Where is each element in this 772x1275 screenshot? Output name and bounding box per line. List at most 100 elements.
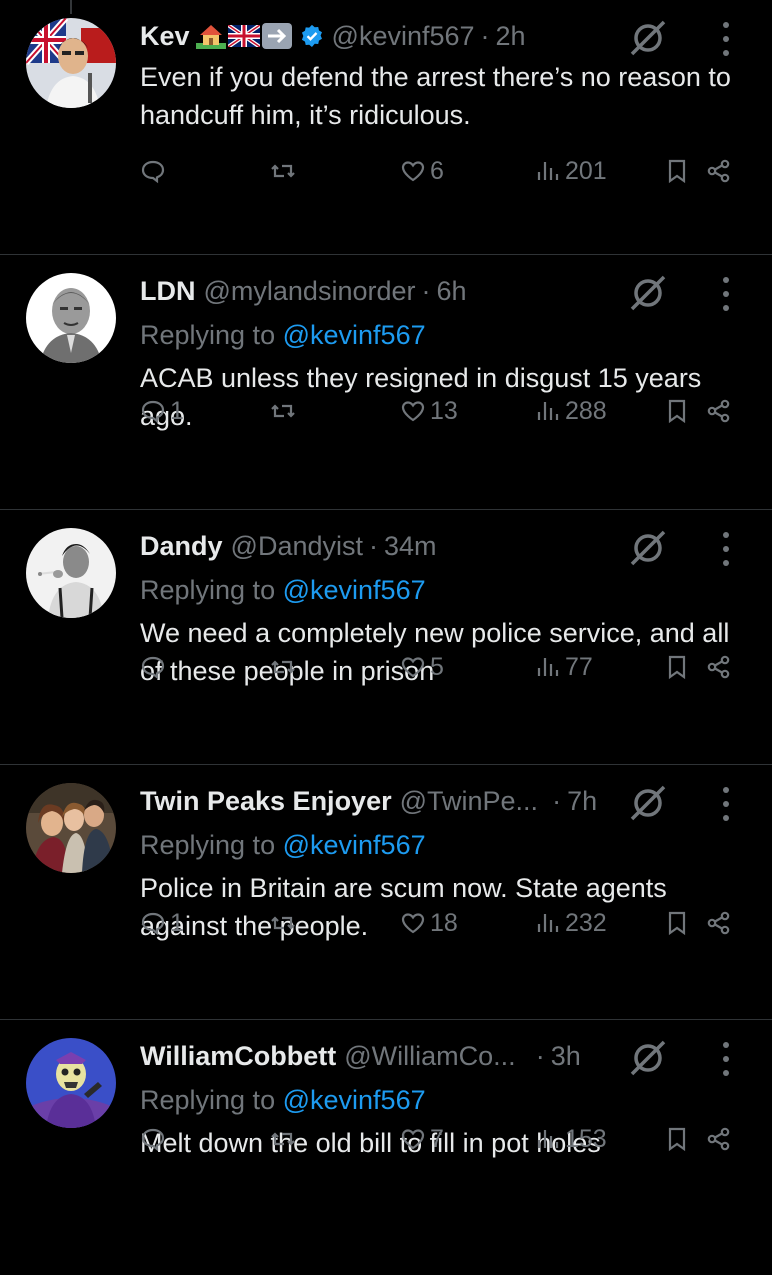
- like-count: 18: [430, 908, 458, 937]
- avatar[interactable]: [26, 18, 116, 108]
- avatar[interactable]: [26, 783, 116, 873]
- display-name[interactable]: LDN: [140, 276, 196, 307]
- house-icon: [195, 25, 226, 49]
- tweet[interactable]: Twin Peaks Enjoyer @TwinPe... · 7h Reply…: [0, 765, 772, 1020]
- share-button[interactable]: [706, 903, 732, 943]
- grok-icon[interactable]: [628, 528, 668, 568]
- reply-icon: [141, 400, 165, 424]
- like-button[interactable]: 18: [400, 903, 458, 943]
- timestamp[interactable]: 7h: [567, 786, 597, 817]
- mention-link[interactable]: @kevinf567: [283, 1085, 426, 1115]
- display-name[interactable]: Twin Peaks Enjoyer: [140, 786, 392, 817]
- timestamp[interactable]: 6h: [437, 276, 467, 307]
- heart-icon: [401, 1129, 425, 1150]
- like-button[interactable]: 6: [400, 151, 444, 191]
- like-button[interactable]: 7: [400, 1119, 444, 1159]
- grok-icon[interactable]: [628, 783, 668, 823]
- replying-to: Replying to @kevinf567: [140, 570, 750, 610]
- share-button[interactable]: [706, 1119, 732, 1159]
- reply-icon: [141, 160, 165, 184]
- reply-button[interactable]: 1: [140, 391, 184, 431]
- views-button[interactable]: 77: [535, 647, 593, 687]
- user-handle[interactable]: @TwinPe...: [400, 786, 538, 817]
- tweet[interactable]: LDN @mylandsinorder · 6h Replying to @ke…: [0, 255, 772, 510]
- timestamp[interactable]: 34m: [384, 531, 437, 562]
- grok-icon[interactable]: [628, 273, 668, 313]
- user-handle[interactable]: @kevinf567: [332, 21, 475, 52]
- separator-dot: ·: [535, 1040, 545, 1071]
- share-icon: [707, 1127, 730, 1151]
- like-button[interactable]: 5: [400, 647, 444, 687]
- avatar[interactable]: [26, 1038, 116, 1128]
- repost-icon: [271, 164, 295, 178]
- mention-link[interactable]: @kevinf567: [283, 830, 426, 860]
- share-button[interactable]: [706, 647, 732, 687]
- views-button[interactable]: 288: [535, 391, 607, 431]
- name-emojis: [195, 23, 292, 49]
- repost-button[interactable]: [270, 1119, 300, 1159]
- display-name[interactable]: WilliamCobbett: [140, 1041, 336, 1072]
- more-options-icon[interactable]: [722, 787, 730, 821]
- views-icon: [537, 914, 559, 932]
- repost-icon: [271, 1132, 295, 1146]
- tweet[interactable]: Dandy @Dandyist · 34m Replying to @kevin…: [0, 510, 772, 765]
- repost-button[interactable]: [270, 391, 300, 431]
- grok-icon[interactable]: [628, 18, 668, 58]
- reply-button[interactable]: [140, 647, 170, 687]
- view-count: 288: [565, 396, 607, 425]
- repost-button[interactable]: [270, 151, 300, 191]
- more-options-icon[interactable]: [722, 532, 730, 566]
- timestamp[interactable]: 2h: [496, 21, 526, 52]
- repost-icon: [271, 404, 295, 418]
- heart-icon: [401, 657, 425, 678]
- tweet[interactable]: Kev @kevinf567 · 2h Even if you defend t…: [0, 0, 772, 255]
- views-button[interactable]: 153: [535, 1119, 607, 1159]
- views-button[interactable]: 201: [535, 151, 607, 191]
- more-options-icon[interactable]: [722, 1042, 730, 1076]
- bookmark-button[interactable]: [664, 151, 690, 191]
- tweet-actions: 1 13 288: [140, 391, 750, 431]
- share-button[interactable]: [706, 391, 732, 431]
- verified-badge-icon[interactable]: [300, 24, 324, 48]
- share-button[interactable]: [706, 151, 732, 191]
- bookmark-button[interactable]: [664, 391, 690, 431]
- mention-link[interactable]: @kevinf567: [283, 575, 426, 605]
- repost-button[interactable]: [270, 903, 300, 943]
- heart-icon: [401, 161, 425, 182]
- grok-icon[interactable]: [628, 1038, 668, 1078]
- tweet-actions: 7 153: [140, 1119, 750, 1159]
- repost-button[interactable]: [270, 647, 300, 687]
- tweet-actions: 6 201: [140, 151, 750, 191]
- replying-to-label: Replying to: [140, 320, 276, 350]
- share-icon: [707, 399, 730, 423]
- replying-to-label: Replying to: [140, 830, 276, 860]
- separator-dot: ·: [552, 785, 562, 816]
- avatar[interactable]: [26, 273, 116, 363]
- mention-link[interactable]: @kevinf567: [283, 320, 426, 350]
- like-button[interactable]: 13: [400, 391, 458, 431]
- reply-button[interactable]: [140, 1119, 170, 1159]
- display-name[interactable]: Kev: [140, 21, 190, 52]
- bookmark-button[interactable]: [664, 903, 690, 943]
- more-options-icon[interactable]: [722, 277, 730, 311]
- more-options-icon[interactable]: [722, 22, 730, 56]
- like-count: 13: [430, 396, 458, 425]
- bookmark-button[interactable]: [664, 1119, 690, 1159]
- replying-to: Replying to @kevinf567: [140, 825, 750, 865]
- reply-icon: [141, 1128, 165, 1152]
- views-button[interactable]: 232: [535, 903, 607, 943]
- tweet-actions: 5 77: [140, 647, 750, 687]
- bookmark-button[interactable]: [664, 647, 690, 687]
- display-name[interactable]: Dandy: [140, 531, 223, 562]
- avatar[interactable]: [26, 528, 116, 618]
- heart-icon: [401, 913, 425, 934]
- user-handle[interactable]: @mylandsinorder: [204, 276, 416, 307]
- repost-icon: [271, 916, 295, 930]
- reply-button[interactable]: [140, 151, 170, 191]
- user-handle[interactable]: @WilliamCo...: [344, 1041, 515, 1072]
- timestamp[interactable]: 3h: [551, 1041, 581, 1072]
- repost-icon: [271, 660, 295, 674]
- user-handle[interactable]: @Dandyist: [231, 531, 363, 562]
- reply-button[interactable]: 1: [140, 903, 184, 943]
- bookmark-icon: [668, 655, 686, 680]
